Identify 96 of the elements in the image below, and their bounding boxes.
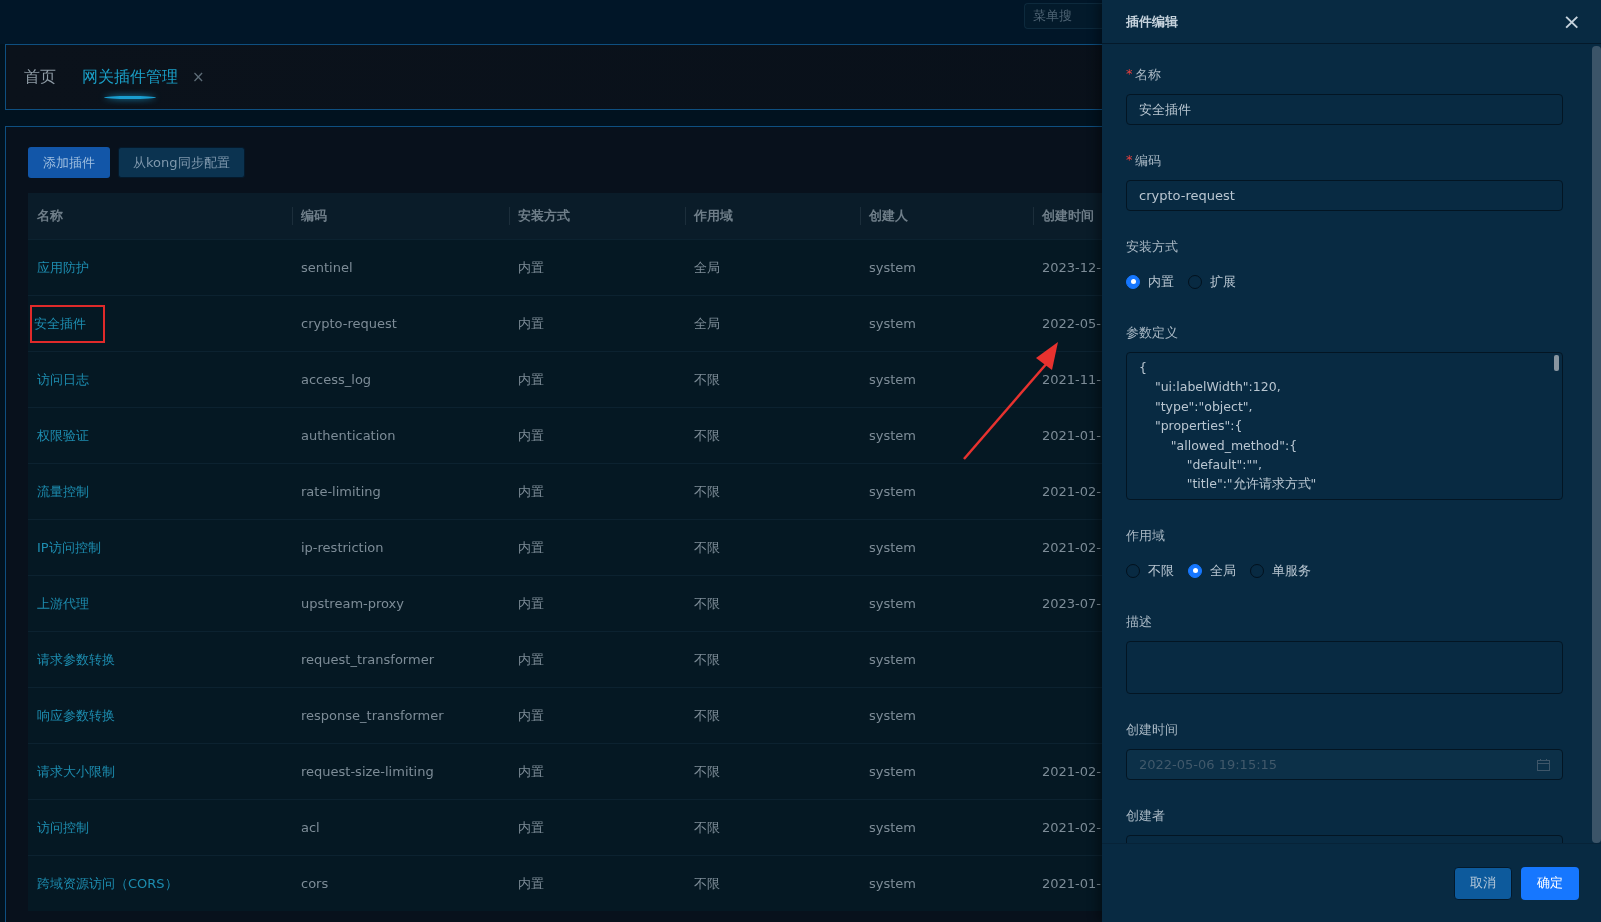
- text-field[interactable]: crypto-request: [1126, 180, 1563, 211]
- calendar-icon: [1537, 758, 1550, 771]
- plugin-name-link[interactable]: 流量控制: [37, 482, 89, 501]
- required-mark: *: [1126, 152, 1133, 169]
- table-cell: authentication: [292, 407, 509, 464]
- close-button[interactable]: ×: [1562, 10, 1581, 33]
- table-cell: system: [860, 463, 1033, 520]
- column-header: 编码: [292, 193, 509, 240]
- table-cell: system: [860, 575, 1033, 632]
- table-cell: cors: [292, 855, 509, 911]
- table-cell: 不限: [685, 631, 860, 688]
- table-cell: 内置: [509, 519, 685, 576]
- table-cell: 内置: [509, 407, 685, 464]
- text-field[interactable]: 安全插件: [1126, 94, 1563, 125]
- table-cell: 内置: [509, 631, 685, 688]
- tab[interactable]: 网关插件管理 ×: [82, 45, 205, 109]
- field-label: 描述: [1126, 613, 1152, 631]
- required-mark: *: [1126, 66, 1133, 83]
- plugin-name-link[interactable]: 请求大小限制: [37, 762, 115, 781]
- code-field[interactable]: { "ui:labelWidth":120, "type":"object", "properties":{ "allowed_method":{ "default":"", "title":"允许请求方式": [1126, 352, 1563, 500]
- table-cell: 不限: [685, 855, 860, 911]
- toolbar-button[interactable]: 从kong同步配置: [118, 147, 245, 178]
- table-cell: 内置: [509, 351, 685, 408]
- tab[interactable]: 首页: [24, 45, 56, 109]
- table-cell: crypto-request: [292, 295, 509, 352]
- table-cell: access_log: [292, 351, 509, 408]
- plugin-name-link[interactable]: 跨域资源访问（CORS）: [37, 874, 178, 893]
- column-header: 安装方式: [509, 193, 685, 240]
- plugin-name-link[interactable]: 请求参数转换: [37, 650, 115, 669]
- table-cell: 不限: [685, 519, 860, 576]
- table-cell: system: [860, 295, 1033, 352]
- plugin-name-link[interactable]: 访问日志: [37, 370, 89, 389]
- table-cell: 不限: [685, 687, 860, 744]
- table-cell: 全局: [685, 295, 860, 352]
- plugin-name-link[interactable]: 上游代理: [37, 594, 89, 613]
- table-cell: 全局: [685, 239, 860, 296]
- radio-option[interactable]: 单服务: [1250, 561, 1311, 580]
- radio-option[interactable]: 内置: [1126, 272, 1174, 291]
- table-cell: system: [860, 687, 1033, 744]
- table-cell: ip-restriction: [292, 519, 509, 576]
- radio-option[interactable]: 全局: [1188, 561, 1236, 580]
- plugin-name-link[interactable]: 权限验证: [37, 426, 89, 445]
- table-cell: 不限: [685, 575, 860, 632]
- table-cell: system: [860, 743, 1033, 800]
- table-cell: 内置: [509, 799, 685, 856]
- table-cell: system: [860, 407, 1033, 464]
- plugin-name-link[interactable]: 应用防护: [37, 258, 89, 277]
- table-cell: system: [860, 799, 1033, 856]
- table-cell: system: [860, 855, 1033, 911]
- close-icon[interactable]: ×: [192, 68, 205, 86]
- radio-option[interactable]: 不限: [1126, 561, 1174, 580]
- table-cell: 内置: [509, 743, 685, 800]
- menu-search-field[interactable]: 菜单搜: [1024, 3, 1102, 29]
- field-label: 参数定义: [1126, 324, 1178, 342]
- scrollbar[interactable]: [1592, 46, 1601, 843]
- plugin-name-link[interactable]: 安全插件: [32, 306, 103, 341]
- table-cell: 内置: [509, 239, 685, 296]
- drawer-title: 插件编辑: [1126, 12, 1178, 31]
- table-cell: 内置: [509, 855, 685, 911]
- table-cell: 不限: [685, 743, 860, 800]
- table-cell: system: [860, 631, 1033, 688]
- field-label: 安装方式: [1126, 238, 1178, 256]
- radio-option[interactable]: 扩展: [1188, 272, 1236, 291]
- column-header: 名称: [28, 193, 292, 240]
- column-header: 创建人: [860, 193, 1033, 240]
- table-cell: upstream-proxy: [292, 575, 509, 632]
- table-cell: 不限: [685, 463, 860, 520]
- table-cell: request_transformer: [292, 631, 509, 688]
- field-label: 名称: [1134, 66, 1161, 84]
- field-label: 创建时间: [1126, 721, 1178, 739]
- table-cell: system: [860, 239, 1033, 296]
- toolbar-button[interactable]: 添加插件: [28, 147, 110, 178]
- column-header: 作用域: [685, 193, 860, 240]
- field-label: 编码: [1134, 152, 1161, 170]
- plugin-name-link[interactable]: 响应参数转换: [37, 706, 115, 725]
- table-cell: rate-limiting: [292, 463, 509, 520]
- table-cell: 内置: [509, 575, 685, 632]
- plugin-name-link[interactable]: IP访问控制: [37, 538, 101, 557]
- footer-button[interactable]: 确定: [1521, 866, 1579, 900]
- field-label: 作用域: [1126, 527, 1165, 545]
- table-cell: system: [860, 519, 1033, 576]
- field-label: 创建者: [1126, 807, 1165, 825]
- table-cell: 内置: [509, 295, 685, 352]
- table-cell: system: [860, 351, 1033, 408]
- footer-button[interactable]: 取消: [1454, 866, 1512, 900]
- table-cell: 不限: [685, 407, 860, 464]
- table-cell: 不限: [685, 799, 860, 856]
- table-cell: 内置: [509, 687, 685, 744]
- table-cell: response_transformer: [292, 687, 509, 744]
- textarea-field[interactable]: [1126, 641, 1563, 694]
- plugin-name-link[interactable]: 访问控制: [37, 818, 89, 837]
- table-cell: sentinel: [292, 239, 509, 296]
- table-cell: acl: [292, 799, 509, 856]
- table-cell: 不限: [685, 351, 860, 408]
- table-cell: request-size-limiting: [292, 743, 509, 800]
- table-cell: 内置: [509, 463, 685, 520]
